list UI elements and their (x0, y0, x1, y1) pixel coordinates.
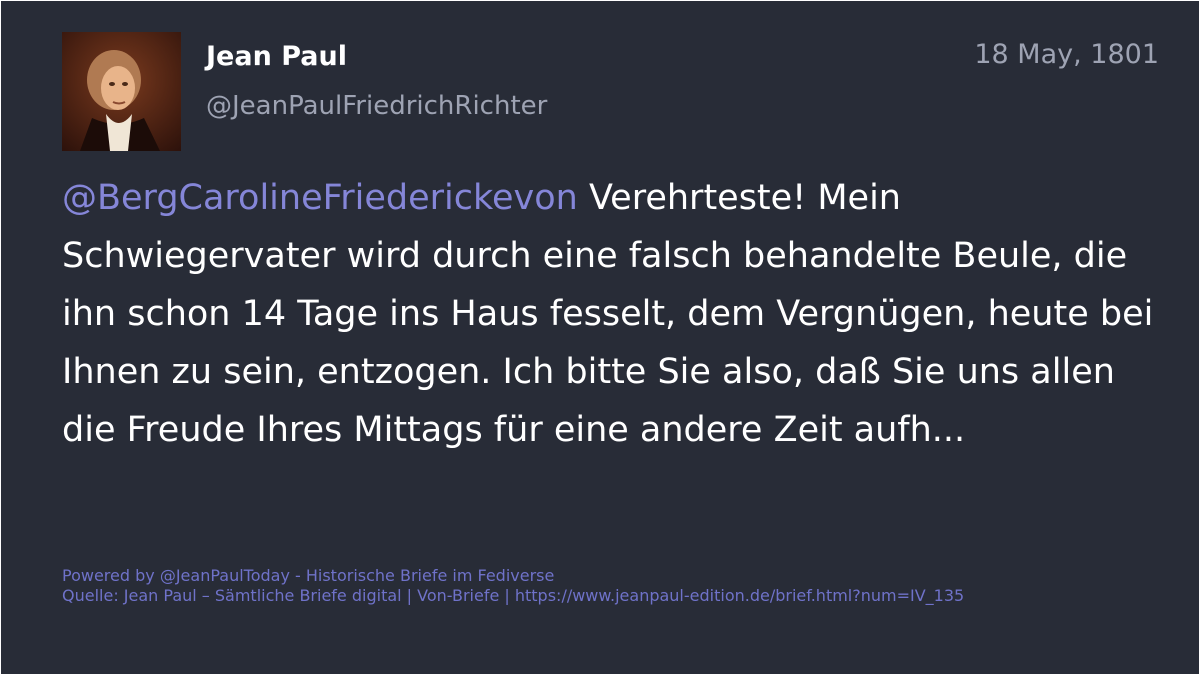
portrait-avatar-icon (62, 32, 181, 151)
powered-by-text: Powered by @JeanPaulToday - Historische … (62, 566, 555, 585)
post-card: Jean Paul @JeanPaulFriedrichRichter 18 M… (1, 1, 1199, 674)
footer: Powered by @JeanPaulToday - Historische … (62, 566, 964, 606)
source-text: Quelle: Jean Paul – Sämtliche Briefe dig… (62, 586, 965, 605)
post-date: 18 May, 1801 (974, 39, 1159, 70)
author-handle[interactable]: @JeanPaulFriedrichRichter (206, 91, 547, 121)
post-body: @BergCarolineFriederickevon Verehrteste!… (62, 169, 1172, 459)
mention-link[interactable]: @BergCarolineFriederickevon (62, 178, 578, 218)
post-text: Verehrteste! Mein Schwiegervater wird du… (62, 178, 1154, 450)
author-avatar[interactable] (62, 32, 181, 151)
author-name[interactable]: Jean Paul (206, 41, 347, 72)
